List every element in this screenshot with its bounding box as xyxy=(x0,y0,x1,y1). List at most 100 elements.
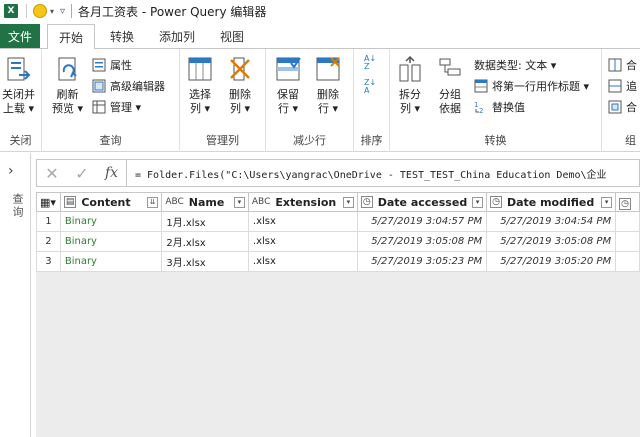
cell-date-accessed[interactable]: 5/27/2019 3:04:57 PM xyxy=(356,211,488,232)
combine-files-button[interactable]: 合 xyxy=(608,99,637,115)
cell-content[interactable]: Binary xyxy=(59,231,163,252)
first-row-headers-icon xyxy=(474,79,488,93)
datetime-type-icon[interactable]: ◷ xyxy=(360,196,373,208)
cell-date-accessed[interactable]: 5/27/2019 3:05:08 PM xyxy=(356,231,488,252)
refresh-preview-button[interactable]: 刷新 预览 ▾ xyxy=(52,55,83,116)
remove-rows-label-2: 行 ▾ xyxy=(317,102,339,115)
advanced-editor-icon xyxy=(92,79,106,93)
group-reduce-rows: 保留 行 ▾ 删除 行 ▾ 减少行 xyxy=(266,49,354,152)
tab-file[interactable]: 文件 xyxy=(0,24,40,48)
table-row[interactable]: 2 Binary 2月.xlsx .xlsx 5/27/2019 3:05:08 PM 5… xyxy=(36,231,640,252)
cancel-formula-icon[interactable]: ✕ xyxy=(37,164,67,183)
cell-date-modified[interactable]: 5/27/2019 3:04:54 PM xyxy=(486,211,617,232)
row-number[interactable]: 3 xyxy=(36,251,61,272)
expand-queries-pane-icon[interactable]: › xyxy=(8,163,14,179)
choose-columns-button[interactable]: 选择 列 ▾ xyxy=(186,55,214,116)
title-divider xyxy=(71,4,73,18)
cell-extension[interactable]: .xlsx xyxy=(247,251,358,272)
datetime-type-icon[interactable]: ◷ xyxy=(490,196,502,208)
column-header-content[interactable]: ▤ Content ⇊ xyxy=(59,192,163,212)
binary-type-icon[interactable]: ▤ xyxy=(63,196,77,208)
column-header-label: Name xyxy=(188,195,225,209)
cell-partial[interactable] xyxy=(615,251,640,272)
manage-button[interactable]: 管理 ▾ xyxy=(92,99,141,115)
remove-rows-label: 删除 xyxy=(317,88,339,101)
table-row[interactable]: 1 Binary 1月.xlsx .xlsx 5/27/2019 3:04:57 PM 5… xyxy=(36,211,640,232)
keep-rows-button[interactable]: 保留 行 ▾ xyxy=(274,55,302,116)
row-number[interactable]: 1 xyxy=(36,211,61,232)
column-header-date-modified[interactable]: ◷ Date modified ▾ xyxy=(486,192,617,212)
text-type-icon[interactable]: ABC xyxy=(252,197,270,207)
queries-pane-label[interactable]: 查询 xyxy=(9,193,25,219)
group-by-icon xyxy=(439,58,461,76)
cell-name[interactable]: 3月.xlsx xyxy=(161,251,249,272)
cell-date-accessed[interactable]: 5/27/2019 3:05:23 PM xyxy=(356,251,488,272)
formula-bar: ✕ ✓ fx = Folder.Files("C:\Users\yangrac\… xyxy=(36,159,640,187)
tab-add-column[interactable]: 添加列 xyxy=(150,24,204,48)
properties-button[interactable]: 属性 xyxy=(92,57,132,73)
table-row[interactable]: 3 Binary 3月.xlsx .xlsx 5/27/2019 3:05:23 PM 5… xyxy=(36,251,640,272)
cell-extension[interactable]: .xlsx xyxy=(247,231,358,252)
cell-name[interactable]: 2月.xlsx xyxy=(161,231,249,252)
sort-descending-button[interactable]: Z↓ A xyxy=(364,79,376,95)
remove-rows-button[interactable]: 删除 行 ▾ xyxy=(314,55,342,116)
replace-values-button[interactable]: 12 替换值 xyxy=(474,99,525,115)
append-queries-label: 追 xyxy=(626,80,637,93)
replace-values-label: 替换值 xyxy=(492,101,525,114)
formula-input[interactable]: = Folder.Files("C:\Users\yangrac\OneDriv… xyxy=(127,166,607,181)
append-queries-button[interactable]: 追 xyxy=(608,78,637,94)
split-column-label: 拆分 xyxy=(399,88,421,101)
table-menu-icon[interactable]: ▦▾ xyxy=(40,196,56,209)
cell-extension[interactable]: .xlsx xyxy=(247,211,358,232)
combine-files-icon xyxy=(608,100,622,114)
filter-dropdown-icon[interactable]: ▾ xyxy=(601,196,613,208)
svg-text:1: 1 xyxy=(474,101,478,109)
cell-date-modified[interactable]: 5/27/2019 3:05:08 PM xyxy=(486,231,617,252)
sort-ascending-button[interactable]: A↓ Z xyxy=(364,55,376,71)
tab-home[interactable]: 开始 xyxy=(47,24,95,49)
close-and-load-button[interactable]: 关闭并 上载 ▾ xyxy=(2,55,35,116)
cell-partial[interactable] xyxy=(615,211,640,232)
column-header-partial[interactable]: ◷ xyxy=(615,192,640,212)
datetime-type-icon[interactable]: ◷ xyxy=(619,197,631,210)
customize-quick-access-icon[interactable]: ▿ xyxy=(60,6,65,17)
cell-partial[interactable] xyxy=(615,231,640,252)
cell-date-modified[interactable]: 5/27/2019 3:05:20 PM xyxy=(486,251,617,272)
tab-view[interactable]: 视图 xyxy=(210,24,254,48)
use-first-row-as-headers-button[interactable]: 将第一行用作标题 ▾ xyxy=(474,78,589,94)
smiley-feedback-icon[interactable] xyxy=(33,4,47,18)
filter-dropdown-icon[interactable]: ▾ xyxy=(472,196,484,208)
cell-name[interactable]: 1月.xlsx xyxy=(161,211,249,232)
data-type-dropdown[interactable]: 数据类型: 文本 ▾ xyxy=(474,57,556,73)
expand-column-icon[interactable]: ⇊ xyxy=(147,196,159,208)
table-menu-cell[interactable]: ▦▾ xyxy=(36,192,61,212)
filter-dropdown-icon[interactable]: ▾ xyxy=(233,196,245,208)
confirm-formula-icon[interactable]: ✓ xyxy=(67,164,97,183)
tab-transform[interactable]: 转换 xyxy=(100,24,144,48)
function-icon[interactable]: fx xyxy=(97,160,127,186)
group-by-button[interactable]: 分组 依据 xyxy=(436,55,464,116)
sort-descending-icon: Z↓ A xyxy=(364,78,377,95)
group-label-combine: 组 xyxy=(625,134,636,147)
merge-queries-button[interactable]: 合 xyxy=(608,57,637,73)
group-combine: 合 追 合 组 xyxy=(602,49,640,152)
smiley-dropdown-icon[interactable]: ▾ xyxy=(50,7,54,16)
data-grid: ▦▾ ▤ Content ⇊ ABC Name ▾ ABC Extension … xyxy=(36,192,640,272)
row-number[interactable]: 2 xyxy=(36,231,61,252)
column-header-label: Content xyxy=(81,195,131,209)
filter-dropdown-icon[interactable]: ▾ xyxy=(342,196,354,208)
column-header-extension[interactable]: ABC Extension ▾ xyxy=(247,192,358,212)
cell-content[interactable]: Binary xyxy=(59,251,163,272)
remove-columns-button[interactable]: 删除 列 ▾ xyxy=(226,55,254,116)
keep-rows-icon xyxy=(276,57,301,81)
split-column-button[interactable]: 拆分 列 ▾ xyxy=(396,55,424,116)
text-type-icon[interactable]: ABC xyxy=(165,197,183,207)
cell-content[interactable]: Binary xyxy=(59,211,163,232)
ribbon-tab-bar: 文件 开始 转换 添加列 视图 xyxy=(0,24,640,49)
refresh-label: 刷新 xyxy=(56,88,79,101)
column-header-date-accessed[interactable]: ◷ Date accessed ▾ xyxy=(356,192,488,212)
choose-columns-icon xyxy=(188,57,212,81)
advanced-editor-button[interactable]: 高级编辑器 xyxy=(92,78,165,94)
column-header-name[interactable]: ABC Name ▾ xyxy=(161,192,249,212)
excel-app-icon[interactable]: X xyxy=(4,4,18,18)
